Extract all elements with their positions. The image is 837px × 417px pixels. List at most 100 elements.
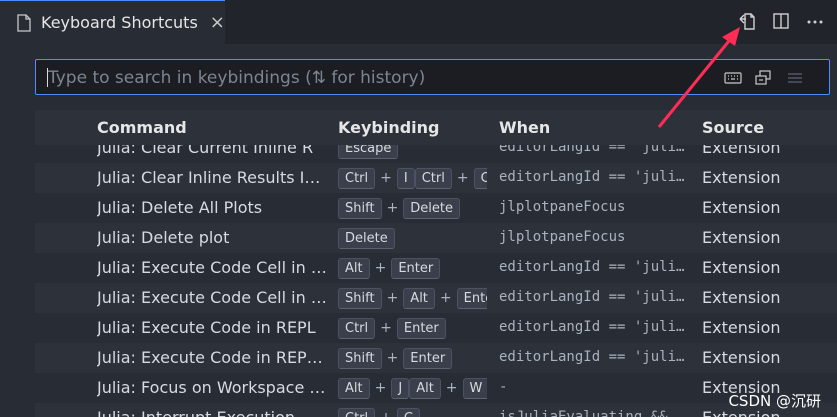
table-row[interactable]: Julia: Interrupt Execution Ctrl + CisJuliaE… (35, 403, 837, 417)
key-plus: + (380, 320, 392, 336)
when-cell: jlplotpaneFocus (499, 229, 626, 245)
key-label: Shift (338, 287, 382, 309)
key-label: Enter (403, 347, 453, 369)
key-label: Shift (338, 197, 382, 219)
key-label: Ctrl (414, 167, 452, 189)
table-row[interactable]: Julia: Clear Current Inline R Escape edito… (35, 145, 837, 163)
keybinding-cell: Alt + Enter (338, 257, 487, 279)
source-cell: Extension (702, 198, 781, 217)
keybindings-list: Julia: Clear Current Inline R Escape edito… (35, 145, 837, 417)
split-editor-icon[interactable] (771, 10, 791, 32)
tab-title: Keyboard Shortcuts (41, 13, 198, 32)
source-cell: Extension (702, 318, 781, 337)
when-cell: editorLangId == 'julia' (499, 319, 687, 335)
keybinding-cell: Delete (338, 227, 487, 249)
watermark: CSDN @沉研 (728, 392, 821, 410)
key-plus: + (380, 410, 392, 417)
column-when[interactable]: When (499, 118, 550, 137)
key-plus: + (380, 170, 392, 186)
keybinding-cell: Ctrl + Enter (338, 317, 487, 339)
when-cell: editorLangId == 'julia' (499, 349, 687, 365)
table-row[interactable]: Julia: Delete All Plots Shift + Delete jlplo… (35, 193, 837, 223)
when-cell: editorLangId == 'julia' (499, 259, 687, 275)
source-cell: Extension (702, 288, 781, 307)
table-row[interactable]: Julia: Execute Code Cell in REPL and Mov… (35, 283, 837, 313)
keybinding-cell: Alt + J Alt + W (338, 377, 487, 399)
close-icon[interactable]: × (210, 13, 225, 32)
command-cell: Julia: Delete All Plots (97, 198, 263, 217)
record-keys-icon[interactable] (722, 67, 744, 89)
table-row[interactable]: Julia: Delete plot Delete jlplotpaneFocus E… (35, 223, 837, 253)
keybinding-cell: Ctrl + C (338, 407, 487, 417)
command-cell: Julia: Delete plot (97, 228, 230, 247)
search-input[interactable] (46, 60, 710, 96)
search-box (35, 59, 830, 96)
key-label: J (391, 377, 410, 399)
key-plus: + (445, 380, 458, 396)
table-header: Command Keybinding When Source (35, 110, 837, 145)
column-command[interactable]: Command (97, 118, 187, 137)
key-label: Shift (338, 347, 382, 369)
when-cell: editorLangId == 'julia' (499, 145, 687, 155)
keybinding-cell: Escape (338, 145, 487, 159)
table-row[interactable]: Julia: Clear Inline Results In Editor Ctr… (35, 163, 837, 193)
key-plus: + (439, 290, 452, 306)
key-plus: + (386, 290, 399, 306)
key-plus: + (374, 260, 387, 276)
key-plus: + (386, 200, 399, 216)
source-cell: Extension (702, 228, 781, 247)
key-plus: + (374, 380, 387, 396)
key-label: C (473, 167, 487, 189)
keybinding-cell: Shift + Delete (338, 197, 487, 219)
command-cell: Julia: Clear Inline Results In Editor (97, 168, 327, 187)
when-cell: editorLangId == 'julia' (499, 169, 687, 185)
source-cell: Extension (702, 145, 781, 157)
when-cell: isJuliaEvaluating && ... (499, 409, 687, 417)
command-cell: Julia: Clear Current Inline R (97, 145, 314, 157)
key-label: Enter (456, 287, 487, 309)
table-row[interactable]: Julia: Execute Code in REPL Ctrl + Enter edi… (35, 313, 837, 343)
editor-actions (737, 10, 825, 32)
command-cell: Julia: Execute Code in REPL (97, 318, 316, 337)
clear-search-icon[interactable] (784, 67, 806, 89)
source-cell: Extension (702, 258, 781, 277)
open-keyboard-shortcuts-json-icon[interactable] (737, 10, 757, 32)
command-cell: Julia: Execute Code in REPL and Move (97, 348, 327, 367)
table-row[interactable]: Julia: Execute Code in REPL and Move Shif… (35, 343, 837, 373)
keybinding-cell: Ctrl + I Ctrl + C (338, 167, 487, 189)
when-cell: editorLangId == 'julia' (499, 289, 687, 305)
when-cell: - (499, 379, 508, 395)
sort-by-precedence-icon[interactable] (752, 67, 774, 89)
command-cell: Julia: Execute Code Cell in REPL and Mov… (97, 288, 327, 307)
source-cell: Extension (702, 348, 781, 367)
key-label: Alt (403, 287, 435, 309)
key-label: Ctrl (338, 317, 376, 339)
key-label: Alt (409, 377, 441, 399)
table-row[interactable]: Julia: Focus on Workspace View Alt + J Alt + W… (35, 373, 837, 403)
source-cell: Extension (702, 168, 781, 187)
column-source[interactable]: Source (702, 118, 764, 137)
file-icon (17, 13, 31, 32)
key-plus: + (456, 170, 469, 186)
more-actions-icon[interactable] (805, 10, 825, 32)
when-cell: jlplotpaneFocus (499, 199, 626, 215)
keybinding-cell: Shift + Enter (338, 347, 487, 369)
key-label: Delete (403, 197, 461, 219)
key-label: W (462, 377, 487, 399)
keybindings-editor: Command Keybinding When Source Julia: Cl… (0, 44, 837, 417)
key-label: I (396, 167, 415, 189)
key-label: Alt (338, 257, 370, 279)
tab-bar: Keyboard Shortcuts × (0, 0, 837, 44)
text-caret (47, 68, 48, 87)
column-keybinding[interactable]: Keybinding (338, 118, 440, 137)
key-plus: + (386, 350, 399, 366)
key-label: Alt (338, 377, 370, 399)
key-label: Enter (391, 257, 441, 279)
keybinding-cell: Shift+Alt+Enter (338, 287, 487, 309)
key-label: Ctrl (338, 407, 376, 417)
table-row[interactable]: Julia: Execute Code Cell in REPL Alt + Ente… (35, 253, 837, 283)
key-label: Escape (338, 145, 399, 159)
command-cell: Julia: Execute Code Cell in REPL (97, 258, 327, 277)
tab-keyboard-shortcuts[interactable]: Keyboard Shortcuts × (0, 0, 225, 44)
key-label: Ctrl (338, 167, 376, 189)
